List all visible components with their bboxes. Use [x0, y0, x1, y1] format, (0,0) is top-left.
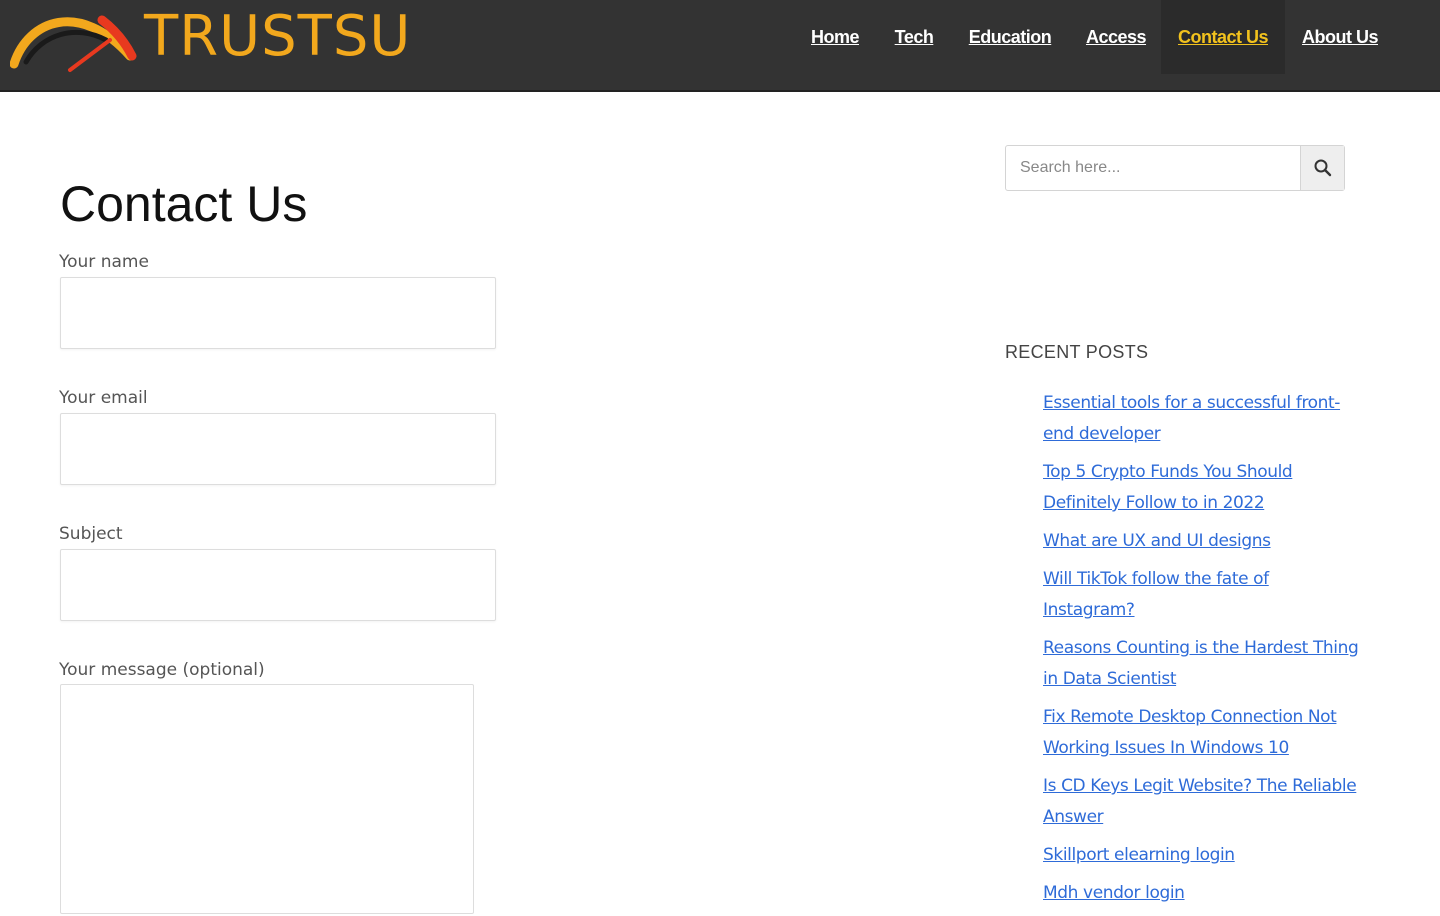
recent-post-link[interactable]: Top 5 Crypto Funds You Should Definitely… — [1043, 462, 1293, 513]
list-item: Essential tools for a successful front-e… — [1043, 388, 1363, 450]
subject-field[interactable] — [60, 549, 496, 621]
recent-posts-title: RECENT POSTS — [1005, 342, 1149, 362]
recent-post-link[interactable]: Reasons Counting is the Hardest Thing in… — [1043, 638, 1359, 689]
nav-item-tech[interactable]: Tech — [884, 0, 944, 74]
logo-text: TRUSTSU — [144, 4, 412, 69]
recent-post-link[interactable]: Essential tools for a successful front-e… — [1043, 393, 1340, 444]
message-field[interactable] — [60, 684, 474, 914]
list-item: Top 5 Crypto Funds You Should Definitely… — [1043, 457, 1363, 519]
list-item: Skillport elearning login — [1043, 840, 1363, 871]
recent-post-link[interactable]: Mdh vendor login — [1043, 883, 1185, 903]
recent-post-link[interactable]: Skillport elearning login — [1043, 845, 1235, 865]
email-label: Your email — [59, 388, 148, 408]
site-header: TRUSTSU Home Tech Education Access Conta… — [0, 0, 1440, 92]
search-box — [1005, 145, 1345, 191]
recent-post-link[interactable]: What are UX and UI designs — [1043, 531, 1271, 551]
subject-label: Subject — [59, 524, 123, 544]
list-item: Mdh vendor login — [1043, 878, 1363, 909]
recent-post-link[interactable]: Will TikTok follow the fate of Instagram… — [1043, 569, 1269, 620]
speedometer-logo-icon — [10, 15, 137, 72]
name-field[interactable] — [60, 277, 496, 349]
search-button[interactable] — [1300, 146, 1344, 190]
list-item: Reasons Counting is the Hardest Thing in… — [1043, 633, 1363, 695]
nav-item-access[interactable]: Access — [1076, 0, 1156, 74]
nav-item-home[interactable]: Home — [800, 0, 870, 74]
recent-post-link[interactable]: Is CD Keys Legit Website? The Reliable A… — [1043, 776, 1357, 827]
page-title: Contact Us — [60, 176, 308, 232]
recent-posts-list: Essential tools for a successful front-e… — [1043, 388, 1363, 916]
list-item: Will TikTok follow the fate of Instagram… — [1043, 564, 1363, 626]
message-label: Your message (optional) — [59, 660, 265, 680]
list-item: Fix Remote Desktop Connection Not Workin… — [1043, 702, 1363, 764]
site-logo[interactable]: TRUSTSU — [10, 0, 410, 80]
nav-item-contact-us[interactable]: Contact Us — [1161, 0, 1285, 74]
list-item: What are UX and UI designs — [1043, 526, 1363, 557]
name-label: Your name — [59, 252, 149, 272]
nav-item-about-us[interactable]: About Us — [1290, 0, 1390, 74]
nav-item-education[interactable]: Education — [960, 0, 1060, 74]
email-field[interactable] — [60, 413, 496, 485]
search-input[interactable] — [1006, 146, 1300, 190]
search-icon — [1314, 159, 1331, 177]
list-item: Is CD Keys Legit Website? The Reliable A… — [1043, 771, 1363, 833]
recent-post-link[interactable]: Fix Remote Desktop Connection Not Workin… — [1043, 707, 1337, 758]
